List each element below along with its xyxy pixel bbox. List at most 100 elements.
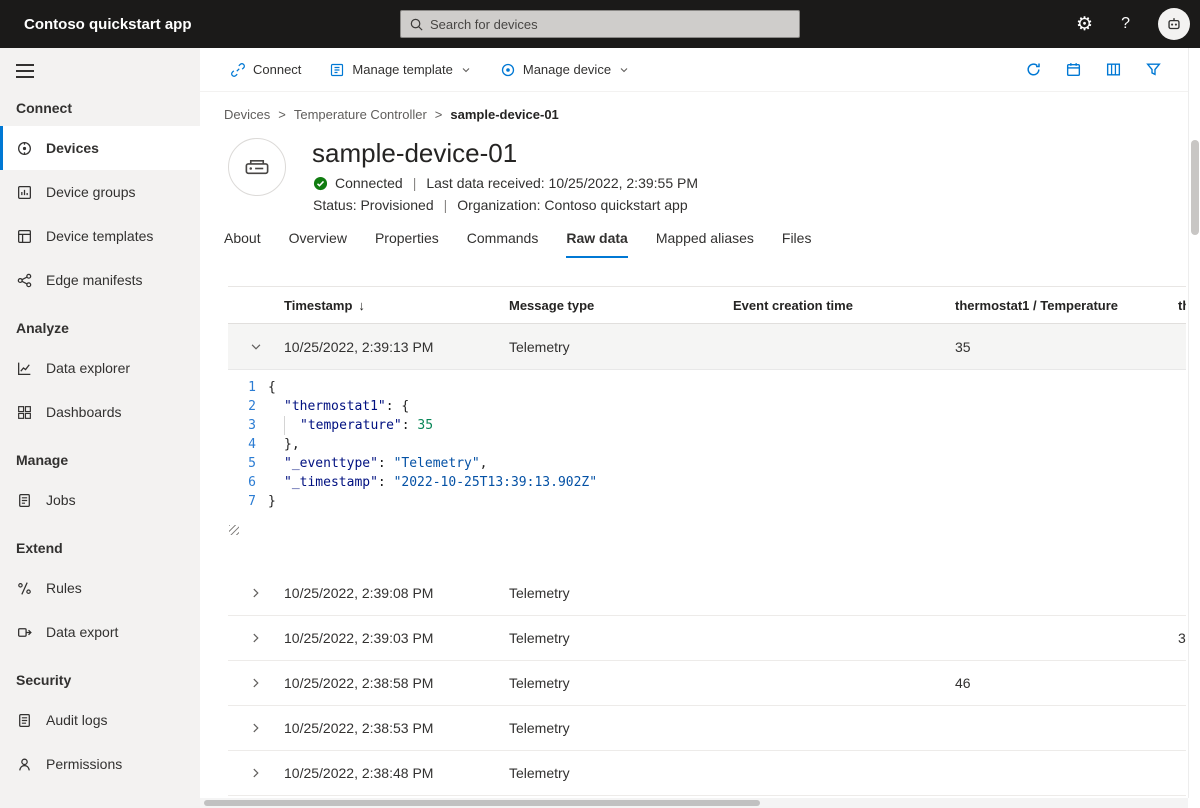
connected-check-icon — [313, 176, 328, 191]
sidebar-item-label: Devices — [46, 140, 99, 156]
organization: Organization: Contoso quickstart app — [457, 197, 687, 213]
provision-status: Status: Provisioned — [313, 197, 434, 213]
jobs-icon — [16, 492, 33, 509]
chevron-right-icon[interactable] — [249, 676, 263, 690]
sidebar-item-audit-logs[interactable]: Audit logs — [0, 698, 200, 742]
sidebar-item-device-groups[interactable]: Device groups — [0, 170, 200, 214]
manage-device-button[interactable]: Manage device — [500, 62, 630, 78]
table-row[interactable]: 10/25/2022, 2:39:08 PM Telemetry — [228, 571, 1186, 616]
header-timestamp[interactable]: Timestamp↓ — [284, 298, 509, 313]
breadcrumb-template[interactable]: Temperature Controller — [294, 107, 427, 122]
chevron-right-icon[interactable] — [249, 766, 263, 780]
table-header-row: Timestamp↓ Message type Event creation t… — [228, 286, 1186, 324]
help-icon[interactable]: ? — [1121, 16, 1130, 32]
tab-properties[interactable]: Properties — [375, 230, 439, 258]
cell-message-type: Telemetry — [509, 585, 733, 601]
raw-message-json-viewer[interactable]: 1 2 3 4 5 6 7 { "thermostat1": { "temper… — [228, 369, 1186, 571]
sidebar-item-edge-manifests[interactable]: Edge manifests — [0, 258, 200, 302]
tab-files[interactable]: Files — [782, 230, 812, 258]
device-status-row: Status: Provisioned | Organization: Cont… — [313, 197, 688, 213]
breadcrumb-separator: > — [435, 107, 443, 122]
tab-commands[interactable]: Commands — [467, 230, 539, 258]
sort-desc-icon: ↓ — [358, 298, 365, 313]
devices-icon — [16, 140, 33, 157]
resize-gripper[interactable] — [229, 525, 239, 535]
sidebar-item-rules[interactable]: Rules — [0, 566, 200, 610]
search-box[interactable] — [400, 10, 800, 38]
tab-raw-data[interactable]: Raw data — [566, 230, 627, 258]
table-row[interactable]: 10/25/2022, 2:38:58 PM Telemetry 46 — [228, 661, 1186, 706]
table-row[interactable]: 10/25/2022, 2:38:53 PM Telemetry — [228, 706, 1186, 751]
sidebar-item-label: Data export — [46, 624, 118, 640]
time-range-calendar-icon[interactable] — [1065, 61, 1082, 78]
header-partial-column[interactable]: th — [1178, 298, 1186, 313]
tab-overview[interactable]: Overview — [289, 230, 347, 258]
table-row[interactable]: 10/25/2022, 2:38:48 PM Telemetry — [228, 751, 1186, 796]
sidebar-item-devices[interactable]: Devices — [0, 126, 200, 170]
sidebar-item-label: Rules — [46, 580, 82, 596]
chevron-down-icon[interactable] — [249, 340, 263, 354]
manage-template-button[interactable]: Manage template — [329, 62, 471, 78]
manage-template-icon — [329, 62, 345, 78]
account-avatar[interactable] — [1158, 8, 1190, 40]
sidebar-section-extend: Extend — [0, 522, 200, 566]
horizontal-scrollbar-thumb[interactable] — [204, 800, 760, 806]
page-title: sample-device-01 — [312, 138, 517, 169]
sidebar-item-label: Audit logs — [46, 712, 107, 728]
horizontal-scrollbar[interactable] — [200, 798, 1188, 808]
sidebar-item-dashboards[interactable]: Dashboards — [0, 390, 200, 434]
sidebar-item-label: Data explorer — [46, 360, 130, 376]
manage-device-icon — [500, 62, 516, 78]
cell-message-type: Telemetry — [509, 675, 733, 691]
device-avatar — [228, 138, 286, 196]
sidebar-item-device-templates[interactable]: Device templates — [0, 214, 200, 258]
hamburger-menu-icon[interactable] — [16, 64, 34, 78]
topbar-actions: ⚙ ? — [1076, 0, 1190, 48]
refresh-icon[interactable] — [1025, 61, 1042, 78]
vertical-scrollbar[interactable] — [1188, 48, 1200, 798]
connect-button[interactable]: Connect — [230, 62, 301, 78]
sidebar-section-manage: Manage — [0, 434, 200, 478]
vertical-scrollbar-thumb[interactable] — [1191, 140, 1199, 235]
cell-timestamp: 10/25/2022, 2:38:58 PM — [284, 675, 509, 691]
search-input[interactable] — [430, 17, 791, 32]
header-thermostat1-temperature[interactable]: thermostat1 / Temperature — [955, 298, 1178, 313]
breadcrumb: Devices > Temperature Controller > sampl… — [224, 107, 559, 122]
cell-partial: 3 — [1178, 630, 1186, 646]
chevron-right-icon[interactable] — [249, 631, 263, 645]
divider: | — [410, 175, 420, 191]
sidebar-item-jobs[interactable]: Jobs — [0, 478, 200, 522]
sidebar-item-label: Jobs — [46, 492, 76, 508]
sidebar-item-label: Device templates — [46, 228, 153, 244]
connect-label: Connect — [253, 62, 301, 77]
data-export-icon — [16, 624, 33, 641]
device-connection-row: Connected | Last data received: 10/25/20… — [313, 175, 698, 191]
sidebar-item-permissions[interactable]: Permissions — [0, 742, 200, 786]
cell-message-type: Telemetry — [509, 630, 733, 646]
top-bar: Contoso quickstart app ⚙ ? — [0, 0, 1200, 48]
device-templates-icon — [16, 228, 33, 245]
sidebar-item-data-export[interactable]: Data export — [0, 610, 200, 654]
connection-status: Connected — [335, 175, 403, 191]
tab-mapped-aliases[interactable]: Mapped aliases — [656, 230, 754, 258]
cell-message-type: Telemetry — [509, 765, 733, 781]
cell-timestamp: 10/25/2022, 2:39:08 PM — [284, 585, 509, 601]
tab-about[interactable]: About — [224, 230, 261, 258]
filter-icon[interactable] — [1145, 61, 1162, 78]
breadcrumb-devices[interactable]: Devices — [224, 107, 270, 122]
cell-timestamp: 10/25/2022, 2:38:48 PM — [284, 765, 509, 781]
json-code: { "thermostat1": { "temperature": 35 }, … — [268, 378, 1186, 571]
connect-icon — [230, 62, 246, 78]
columns-icon[interactable] — [1105, 61, 1122, 78]
last-data-received: Last data received: 10/25/2022, 2:39:55 … — [426, 175, 698, 191]
header-message-type[interactable]: Message type — [509, 298, 733, 313]
sidebar-section-security: Security — [0, 654, 200, 698]
settings-gear-icon[interactable]: ⚙ — [1076, 15, 1093, 34]
sidebar-item-data-explorer[interactable]: Data explorer — [0, 346, 200, 390]
edge-manifests-icon — [16, 272, 33, 289]
chevron-right-icon[interactable] — [249, 721, 263, 735]
table-row[interactable]: 10/25/2022, 2:39:13 PM Telemetry 35 — [228, 324, 1186, 369]
header-event-creation-time[interactable]: Event creation time — [733, 298, 955, 313]
table-row[interactable]: 10/25/2022, 2:39:03 PM Telemetry 3 — [228, 616, 1186, 661]
chevron-right-icon[interactable] — [249, 586, 263, 600]
